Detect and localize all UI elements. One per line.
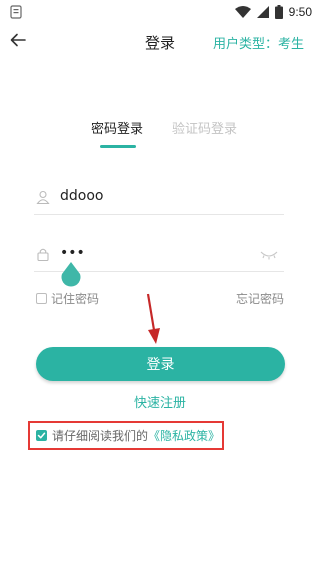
back-button[interactable] (6, 28, 30, 52)
check-icon (37, 432, 46, 439)
remember-password[interactable]: 记住密码 (36, 290, 99, 307)
privacy-policy-link[interactable]: 《隐私政策》 (148, 429, 220, 443)
quick-register-link[interactable]: 快速注册 (0, 392, 320, 411)
username-value: ddooo (60, 188, 104, 204)
username-field[interactable]: ddooo (34, 183, 284, 215)
notification-icon (10, 5, 22, 19)
password-value: ••• (60, 245, 85, 261)
active-tab-indicator (100, 145, 136, 148)
arrow-left-icon (10, 33, 26, 47)
tab-code-login[interactable]: 验证码登录 (172, 118, 237, 137)
remember-checkbox[interactable] (36, 293, 47, 304)
battery-icon (274, 5, 283, 19)
privacy-agreement: 请仔细阅读我们的《隐私政策》 (28, 421, 224, 450)
wifi-icon (234, 6, 251, 18)
agreement-prefix: 请仔细阅读我们的 (52, 429, 149, 443)
eye-closed-icon[interactable] (260, 249, 278, 261)
user-icon (36, 190, 50, 204)
annotation-arrow (146, 293, 160, 344)
status-time: 9:50 (288, 5, 312, 19)
bottom-spacer (0, 556, 320, 568)
forgot-password-link[interactable]: 忘记密码 (236, 290, 284, 307)
lock-icon (37, 248, 49, 261)
user-type-selector[interactable]: 用户类型：考生 (213, 33, 304, 52)
text-cursor-handle[interactable] (60, 262, 82, 290)
login-button[interactable]: 登录 (36, 347, 285, 381)
remember-label: 记住密码 (51, 292, 100, 306)
tab-password-login[interactable]: 密码登录 (91, 118, 143, 137)
agreement-text: 请仔细阅读我们的《隐私政策》 (52, 427, 220, 444)
signal-icon (256, 6, 269, 18)
status-bar: 9:50 (0, 0, 320, 24)
agreement-checkbox[interactable] (36, 430, 47, 441)
header: 登录 用户类型：考生 (0, 26, 320, 58)
username-underline (34, 214, 284, 215)
